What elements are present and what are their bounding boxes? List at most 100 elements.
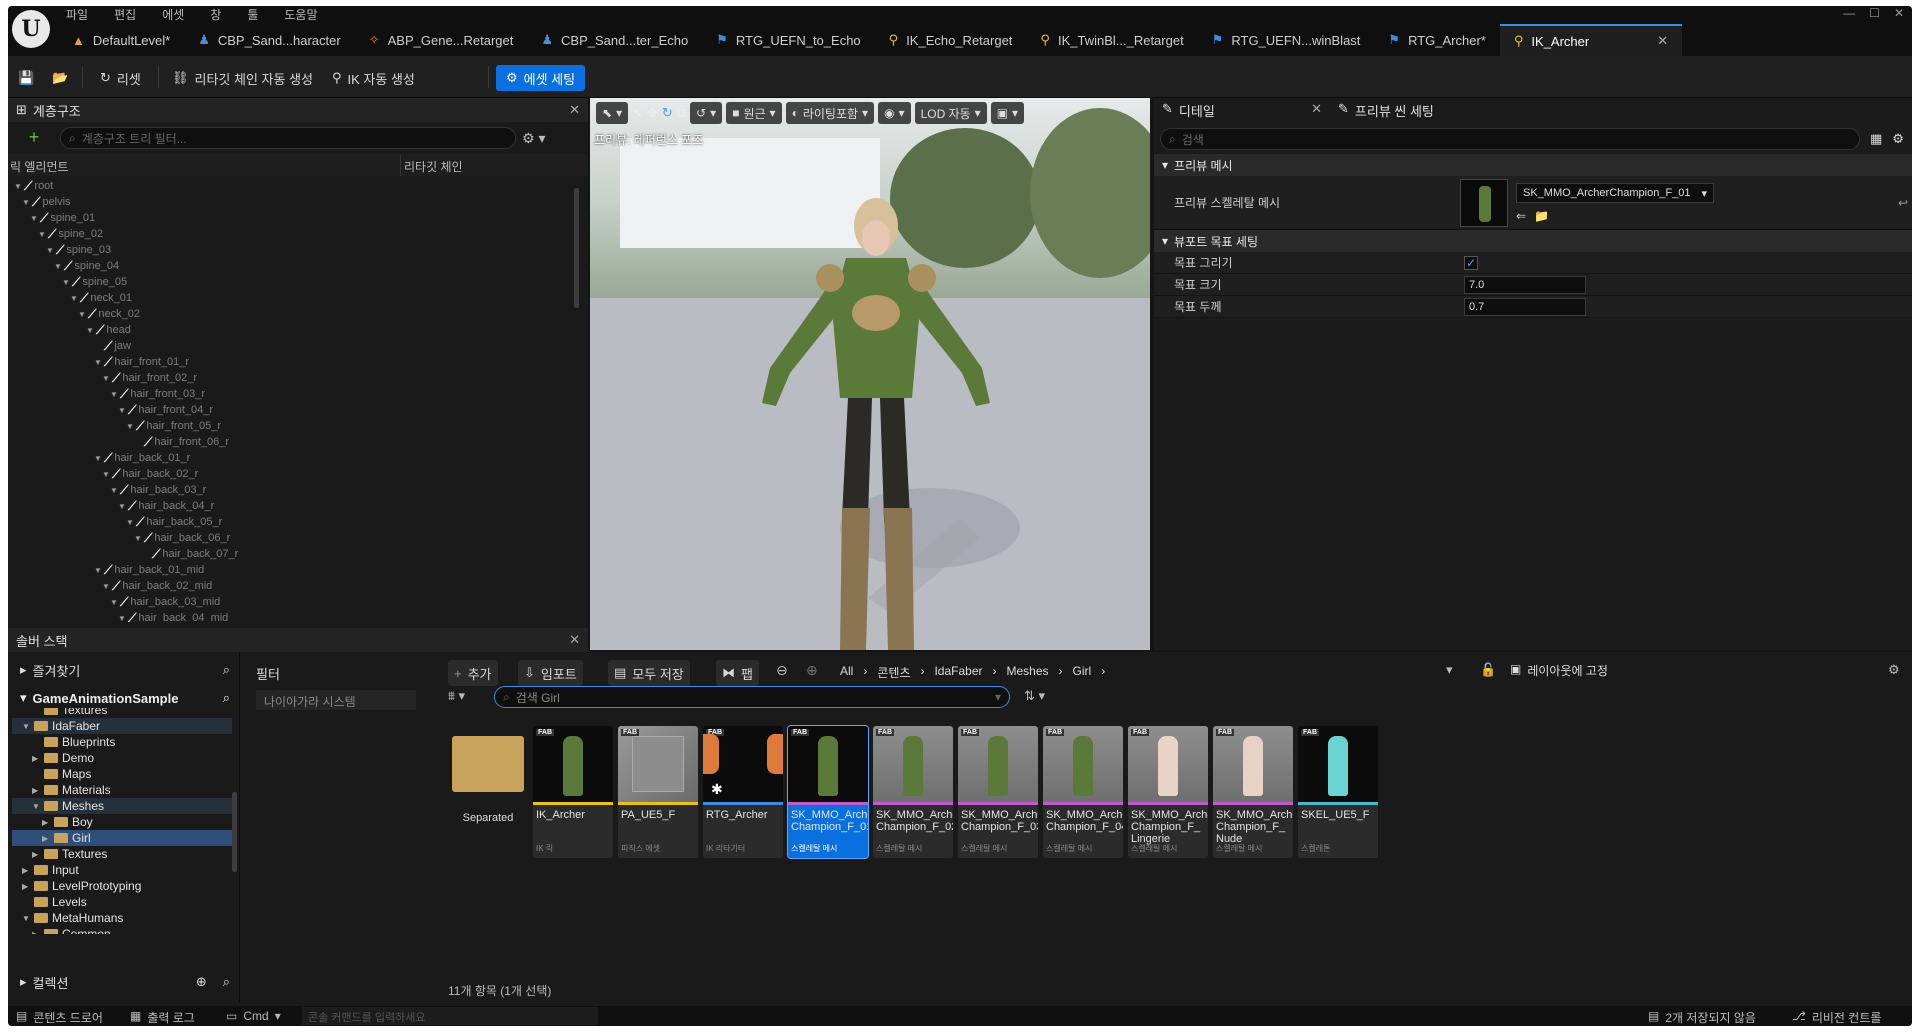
search-icon[interactable]: ⌕ bbox=[223, 662, 230, 678]
tab-asset[interactable]: ✧ ABP_Gene...Retarget bbox=[355, 24, 528, 56]
chevron-down-icon[interactable]: ▼ bbox=[46, 246, 56, 255]
folder-item[interactable]: ▼ IdaFaber bbox=[12, 718, 232, 734]
save-icon[interactable]: 💾 bbox=[12, 65, 40, 91]
preview-scene-settings-tab[interactable]: ✎ 프리뷰 씬 세팅 bbox=[1338, 101, 1434, 120]
chevron-down-icon[interactable]: ▼ bbox=[110, 598, 120, 607]
bone-row[interactable]: ▼ ⟋ spine_05 bbox=[62, 274, 127, 290]
chevron-right-icon[interactable]: ▶ bbox=[22, 866, 34, 875]
select-icon[interactable]: ↖ bbox=[632, 105, 643, 121]
chevron-down-icon[interactable]: ▼ bbox=[78, 310, 88, 319]
menu-item[interactable]: 창 bbox=[202, 6, 229, 22]
reset-button[interactable]: ↻ 리셋 bbox=[94, 65, 147, 91]
asset-tile[interactable]: FAB PA_UE5_F 피직스 에셋 bbox=[618, 726, 698, 858]
gear-icon[interactable]: ⚙ bbox=[1892, 131, 1904, 147]
auto-create-ik-button[interactable]: ⚲ IK 자동 생성 bbox=[326, 65, 421, 91]
folder-item[interactable]: Levels bbox=[12, 894, 232, 910]
tab-asset[interactable]: ▲ DefaultLevel* bbox=[58, 24, 184, 56]
output-log-button[interactable]: ▦ 출력 로그 bbox=[130, 1009, 195, 1026]
folder-item[interactable]: Blueprints bbox=[12, 734, 232, 750]
bone-row[interactable]: ▼ ⟋ head bbox=[86, 322, 131, 338]
chevron-down-icon[interactable]: ▼ bbox=[102, 374, 112, 383]
bone-row[interactable]: ▼ ⟋ hair_front_01_r bbox=[94, 354, 189, 370]
bone-row[interactable]: ▼ ⟋ spine_03 bbox=[46, 242, 111, 258]
bone-row[interactable]: ▼ ⟋ spine_04 bbox=[54, 258, 119, 274]
goal-size-input[interactable]: 7.0 bbox=[1464, 275, 1586, 294]
search-icon[interactable]: ⌕ bbox=[223, 690, 230, 706]
column-retarget-chain[interactable]: 리타깃 체인 bbox=[404, 158, 463, 175]
chevron-down-icon[interactable]: ▼ bbox=[32, 802, 44, 811]
revision-control-button[interactable]: ⎇ 리비전 컨트롤 bbox=[1792, 1009, 1881, 1026]
lod-button[interactable]: LOD 자동 ▾ bbox=[914, 102, 987, 124]
details-search-input[interactable]: ⌕ 검색 bbox=[1160, 128, 1860, 150]
asset-tile[interactable]: FAB SK_MMO_Archer Champion_F_04 스켈레탈 메시 bbox=[1043, 726, 1123, 858]
favorites-header[interactable]: ▸ 즐겨찾기 ⌕ bbox=[20, 660, 230, 680]
preview-viewport[interactable]: ⬉ ▾ ↖ ✥ ↻ ⧉ ↺ ▾ ■ 원근 ▾ ◐ 라이팅포함 ▾ ◉ ▾ LOD 자동 ▾ ▣ ▾… bbox=[590, 98, 1150, 650]
folder-item[interactable]: ▶ LevelPrototyping bbox=[12, 878, 232, 894]
chevron-down-icon[interactable]: ▼ bbox=[102, 582, 112, 591]
details-tab[interactable]: ✎ 디테일 ✕ bbox=[1162, 101, 1322, 120]
gear-icon[interactable]: ⚙ ▾ bbox=[522, 130, 562, 147]
folder-item[interactable]: ▼ Meshes bbox=[12, 798, 232, 814]
bone-row[interactable]: ▼ ⟋ spine_02 bbox=[38, 226, 103, 242]
chevron-down-icon[interactable]: ▼ bbox=[70, 294, 80, 303]
folder-item[interactable]: ▶ Girl bbox=[12, 830, 232, 846]
folder-item[interactable]: ▶ Demo bbox=[12, 750, 232, 766]
browse-icon[interactable]: 📂 bbox=[46, 65, 74, 91]
asset-tile[interactable]: FAB SK_MMO_Archer Champion_F_02 스켈레탈 메시 bbox=[873, 726, 953, 858]
folder-item[interactable]: ▶ Input bbox=[12, 862, 232, 878]
mesh-thumbnail[interactable] bbox=[1460, 178, 1508, 227]
chevron-down-icon[interactable]: ▼ bbox=[110, 390, 120, 399]
tab-asset[interactable]: ♟ CBP_Sand...ter_Echo bbox=[527, 24, 702, 56]
chevron-down-icon[interactable]: ▼ bbox=[38, 230, 48, 239]
bone-row[interactable]: ▼ ⟋ hair_back_04_mid bbox=[118, 610, 228, 623]
search-icon[interactable]: ⌕ bbox=[223, 974, 230, 990]
show-button[interactable]: ◉ ▾ bbox=[878, 102, 911, 124]
column-rig-element[interactable]: 릭 엘리먼트 bbox=[10, 158, 69, 175]
bone-row[interactable]: ⟋ hair_front_06_r bbox=[134, 434, 229, 450]
bone-row[interactable]: ▼ ⟋ hair_back_02_r bbox=[102, 466, 198, 482]
bone-row[interactable]: ▼ ⟋ neck_01 bbox=[70, 290, 132, 306]
goal-thickness-input[interactable]: 0.7 bbox=[1464, 297, 1586, 316]
bone-row[interactable]: ⟋ hair_back_07_r bbox=[142, 546, 238, 562]
scale-icon[interactable]: ⧉ bbox=[677, 105, 686, 121]
hierarchy-tab[interactable]: ⊞ 계층구조 ✕ bbox=[8, 98, 588, 122]
bone-row[interactable]: ▼ ⟋ spine_01 bbox=[30, 210, 95, 226]
chevron-down-icon[interactable]: ▼ bbox=[110, 486, 120, 495]
bone-row[interactable]: ▼ ⟋ neck_02 bbox=[78, 306, 140, 322]
hierarchy-search-input[interactable]: ⌕ 계층구조 트리 필터... bbox=[60, 127, 516, 149]
folder-item[interactable]: ▼ MetaHumans bbox=[12, 910, 232, 926]
asset-tile[interactable]: FAB SK_MMO_Archer Champion_F_ Lingerie스켈레… bbox=[1128, 726, 1208, 858]
bone-row[interactable]: ▼ ⟋ hair_back_03_r bbox=[110, 482, 206, 498]
minimize-icon[interactable]: — bbox=[1843, 6, 1855, 20]
chevron-down-icon[interactable]: ▼ bbox=[22, 722, 34, 731]
chevron-down-icon[interactable]: ▼ bbox=[94, 454, 104, 463]
chevron-down-icon[interactable]: ▼ bbox=[62, 278, 72, 287]
chevron-right-icon[interactable]: ▶ bbox=[42, 818, 54, 827]
chevron-right-icon[interactable]: ▶ bbox=[32, 754, 44, 763]
asset-tile[interactable]: FAB ✱ RTG_Archer IK 리타기터 bbox=[703, 726, 783, 858]
folder-item[interactable]: Maps bbox=[12, 766, 232, 782]
bone-row[interactable]: ▼ ⟋ hair_front_02_r bbox=[102, 370, 197, 386]
chevron-down-icon[interactable]: ▼ bbox=[118, 502, 128, 511]
project-header[interactable]: ▾ GameAnimationSample ⌕ bbox=[20, 688, 230, 708]
tab-asset[interactable]: ⚲ IK_TwinBl..._Retarget bbox=[1026, 24, 1197, 56]
folder-item[interactable]: ▶ Materials bbox=[12, 782, 232, 798]
chevron-right-icon[interactable]: ▶ bbox=[22, 882, 34, 891]
folder-item[interactable]: ▶ Textures bbox=[12, 846, 232, 862]
viewport-options-button[interactable]: ▣ ▾ bbox=[990, 102, 1025, 124]
console-input[interactable]: 콘솔 커맨드를 입력하세요 bbox=[302, 1007, 598, 1025]
table-view-icon[interactable]: ▦ bbox=[1870, 131, 1882, 147]
bone-row[interactable]: ▼ ⟋ hair_back_02_mid bbox=[102, 578, 212, 594]
asset-tile[interactable]: FAB IK_Archer IK 릭 bbox=[533, 726, 613, 858]
chevron-down-icon[interactable]: ▼ bbox=[126, 518, 136, 527]
close-icon[interactable]: ✕ bbox=[569, 102, 580, 118]
browse-icon[interactable]: 📁 bbox=[1534, 209, 1549, 223]
lighting-button[interactable]: ◐ 라이팅포함 ▾ bbox=[785, 102, 875, 124]
chevron-down-icon[interactable]: ▼ bbox=[126, 422, 136, 431]
chevron-down-icon[interactable]: ▼ bbox=[94, 358, 104, 367]
close-tab-icon[interactable]: ✕ bbox=[1657, 33, 1668, 49]
chevron-right-icon[interactable]: ▶ bbox=[32, 930, 44, 935]
tab-asset[interactable]: ⚑ RTG_UEFN_to_Echo bbox=[702, 24, 874, 56]
perspective-button[interactable]: ■ 원근 ▾ bbox=[726, 102, 782, 124]
bone-row[interactable]: ▼ ⟋ hair_back_06_r bbox=[134, 530, 230, 546]
